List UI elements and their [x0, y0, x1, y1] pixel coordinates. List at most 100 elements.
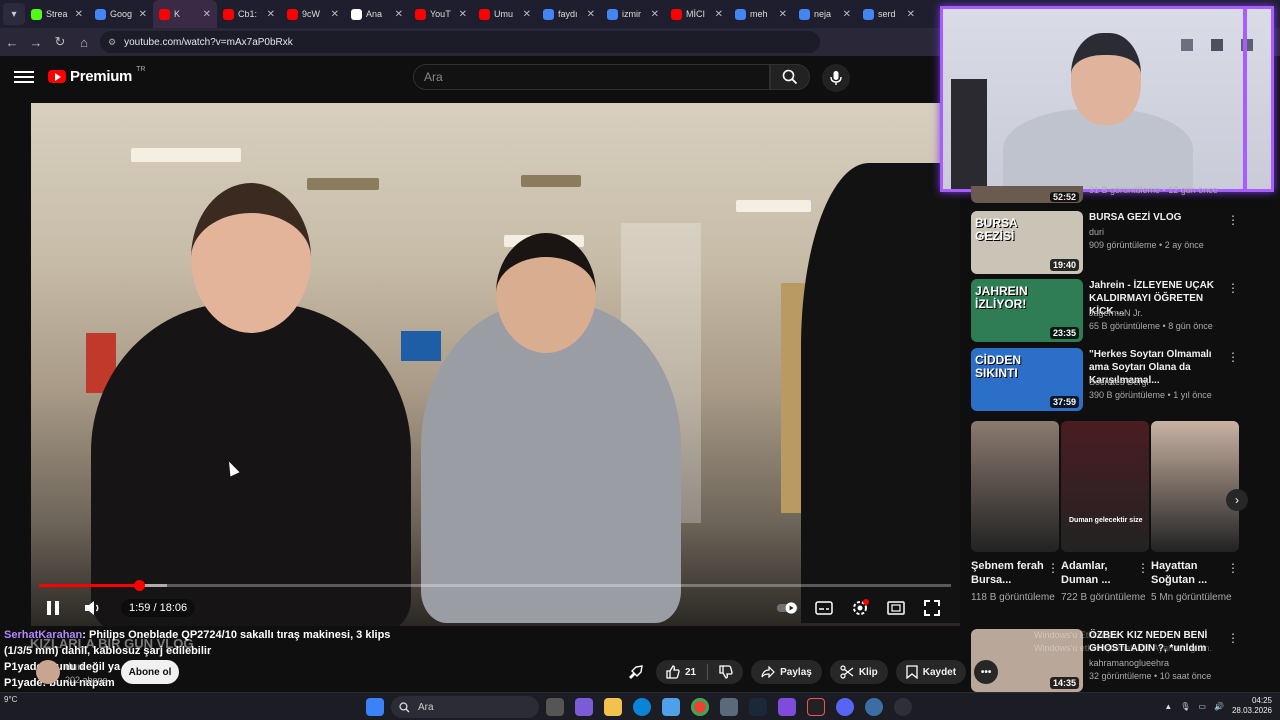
tab-close-icon[interactable]: ✕ — [267, 9, 275, 20]
browser-tab[interactable]: Goog ✕ — [89, 0, 153, 28]
store-icon[interactable] — [662, 698, 680, 716]
short-thumbnail[interactable]: Duman gelecektir size — [1061, 421, 1149, 552]
fullscreen-button[interactable] — [920, 596, 944, 620]
more-vert-icon[interactable]: ⋮ — [1137, 561, 1149, 575]
tab-close-icon[interactable]: ✕ — [75, 9, 83, 20]
subtitles-button[interactable] — [812, 596, 836, 620]
browser-tab[interactable]: Umu ✕ — [473, 0, 537, 28]
more-vert-icon[interactable]: ⋮ — [1227, 213, 1239, 227]
more-vert-icon[interactable]: ⋮ — [1227, 561, 1239, 575]
short-thumbnail[interactable] — [971, 421, 1059, 552]
hamburger-menu-icon[interactable] — [14, 68, 34, 88]
share-button[interactable]: Paylaş — [751, 660, 822, 684]
voice-search-button[interactable] — [822, 64, 850, 92]
clip-button[interactable]: Klip — [829, 660, 888, 684]
shorts-next-button[interactable]: › — [1226, 489, 1248, 511]
forward-icon[interactable]: → — [24, 30, 48, 54]
thumbs-down-icon[interactable] — [719, 665, 733, 679]
tab-search-button[interactable]: ▾ — [3, 3, 25, 25]
app-icon[interactable] — [807, 698, 825, 716]
video-player[interactable]: 1:59 / 18:06 — [31, 103, 960, 626]
more-vert-icon[interactable]: ⋮ — [1227, 281, 1239, 295]
recommendation-item[interactable]: BURSA GEZİSİ 19:40 BURSA GEZİ VLOG duri 909 … — [971, 211, 1241, 275]
more-vert-icon[interactable]: ⋮ — [1047, 561, 1059, 575]
browser-tab[interactable]: meh ✕ — [729, 0, 793, 28]
tab-close-icon[interactable]: ✕ — [395, 9, 403, 20]
recommendation-channel[interactable]: kahramanoglueehra — [1089, 658, 1169, 668]
short-item[interactable]: Şebnem ferah Bursa... 118 B görüntüleme ⋮ — [971, 421, 1059, 604]
browser-tab[interactable]: 9cW ✕ — [281, 0, 345, 28]
microphone-tray-icon[interactable]: 🎙 — [1180, 702, 1190, 711]
file-explorer-icon[interactable] — [604, 698, 622, 716]
theater-mode-button[interactable] — [884, 596, 908, 620]
mute-button[interactable] — [81, 596, 105, 620]
tab-close-icon[interactable]: ✕ — [459, 9, 467, 20]
browser-tab[interactable]: Cb1: ✕ — [217, 0, 281, 28]
back-icon[interactable]: ← — [0, 30, 24, 54]
short-title[interactable]: Adamlar, Duman ... — [1061, 559, 1137, 587]
browser-tab[interactable]: neja ✕ — [793, 0, 857, 28]
browser-tab[interactable]: izmir ✕ — [601, 0, 665, 28]
channel-avatar[interactable] — [36, 660, 60, 684]
video-thumbnail[interactable]: BURSA GEZİSİ 19:40 — [971, 211, 1083, 274]
tab-close-icon[interactable]: ✕ — [907, 9, 915, 20]
obs-icon[interactable] — [894, 698, 912, 716]
like-button[interactable]: 21 — [656, 660, 744, 684]
tab-close-icon[interactable]: ✕ — [523, 9, 531, 20]
home-icon[interactable]: ⌂ — [72, 30, 96, 54]
tab-close-icon[interactable]: ✕ — [843, 9, 851, 20]
task-view-icon[interactable] — [546, 698, 564, 716]
discord-icon[interactable] — [836, 698, 854, 716]
browser-tab[interactable]: MİCI ✕ — [665, 0, 729, 28]
tab-close-icon[interactable]: ✕ — [139, 9, 147, 20]
search-input[interactable]: Ara — [413, 64, 770, 90]
app-icon[interactable] — [720, 698, 738, 716]
search-button[interactable] — [770, 64, 810, 90]
browser-tab[interactable]: YouT ✕ — [409, 0, 473, 28]
system-clock[interactable]: 04:25 28.03.2026 — [1232, 696, 1272, 716]
channel-name[interactable]: duri — [65, 662, 84, 673]
hype-button[interactable] — [624, 660, 648, 684]
tab-close-icon[interactable]: ✕ — [331, 9, 339, 20]
tab-close-icon[interactable]: ✕ — [715, 9, 723, 20]
tab-close-icon[interactable]: ✕ — [203, 9, 211, 20]
more-vert-icon[interactable]: ⋮ — [1227, 350, 1239, 364]
app-icon[interactable] — [778, 698, 796, 716]
recommendation-channel[interactable]: Socrates Dergi — [1089, 377, 1149, 387]
settings-app-icon[interactable] — [865, 698, 883, 716]
tab-close-icon[interactable]: ✕ — [651, 9, 659, 20]
browser-tab[interactable]: serd ✕ — [857, 0, 921, 28]
edge-icon[interactable] — [633, 698, 651, 716]
short-item[interactable]: Hayattan Soğutan ... 5 Mn görüntüleme ⋮ — [1151, 421, 1239, 604]
steam-icon[interactable] — [749, 698, 767, 716]
network-icon[interactable]: ▭ — [1198, 702, 1206, 711]
volume-tray-icon[interactable]: 🔊 — [1214, 702, 1224, 711]
widgets-icon[interactable] — [575, 698, 593, 716]
short-title[interactable]: Şebnem ferah Bursa... — [971, 559, 1047, 587]
chat-username[interactable]: SerhatKarahan — [4, 629, 82, 641]
partial-recommendation-thumb[interactable]: 52:52 — [971, 186, 1083, 203]
subscribe-button[interactable]: Abone ol — [121, 660, 179, 684]
reload-icon[interactable]: ↻ — [48, 30, 72, 54]
address-bar[interactable]: ⚙ youtube.com/watch?v=mAx7aP0bRxk — [100, 31, 820, 53]
recommendation-channel[interactable]: JagermaN Jr. — [1089, 308, 1143, 318]
site-info-icon[interactable]: ⚙ — [108, 37, 116, 48]
youtube-logo[interactable]: Premium TR — [48, 66, 145, 85]
browser-tab[interactable]: Strea ✕ — [25, 0, 89, 28]
recommendation-title[interactable]: BURSA GEZİ VLOG — [1089, 211, 1219, 224]
short-title[interactable]: Hayattan Soğutan ... — [1151, 559, 1227, 587]
pause-button[interactable] — [41, 596, 65, 620]
video-thumbnail[interactable]: CİDDEN SIKINTI 37:59 — [971, 348, 1083, 411]
save-button[interactable]: Kaydet — [895, 660, 967, 684]
chrome-icon[interactable] — [691, 698, 709, 716]
tab-close-icon[interactable]: ✕ — [587, 9, 595, 20]
tray-chevron-icon[interactable]: ▲ — [1164, 702, 1172, 711]
more-actions-button[interactable]: ••• — [974, 660, 999, 684]
progress-bar[interactable] — [39, 580, 951, 591]
autoplay-toggle[interactable] — [776, 596, 800, 620]
settings-button[interactable] — [848, 596, 872, 620]
browser-tab[interactable]: faydı ✕ — [537, 0, 601, 28]
browser-tab[interactable]: Ana ✕ — [345, 0, 409, 28]
windows-start-icon[interactable] — [366, 698, 384, 716]
video-thumbnail[interactable]: JAHREIN İZLİYOR! 23:35 — [971, 279, 1083, 342]
